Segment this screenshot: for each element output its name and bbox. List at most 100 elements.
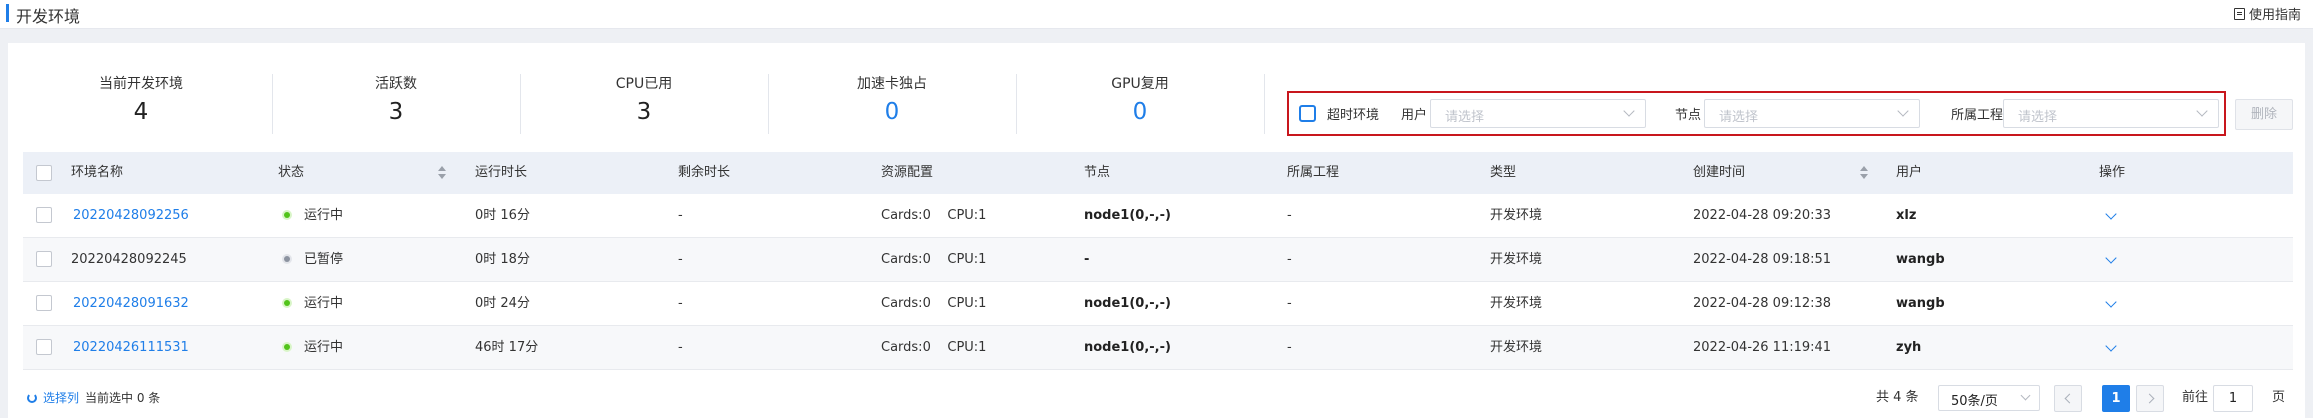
stat-value: 3 [636, 99, 652, 125]
resource-cell: Cards:0 CPU:1 [881, 208, 987, 223]
col-type: 类型 [1490, 165, 1517, 180]
row-checkbox[interactable] [36, 295, 52, 311]
sort-icon[interactable] [1860, 166, 1868, 180]
guide-link[interactable]: 使用指南 [2233, 4, 2301, 23]
user-cell: wangb [1896, 296, 1945, 311]
stat-value[interactable]: 0 [769, 99, 1015, 125]
type-cell: 开发环境 [1490, 340, 1543, 355]
created-cell: 2022-04-28 09:18:51 [1693, 252, 1832, 267]
node-cell: node1(0,-,-) [1084, 296, 1171, 311]
project-cell: - [1287, 252, 1292, 267]
project-cell: - [1287, 340, 1292, 355]
status-cell: 运行中 [284, 326, 343, 369]
status-cell: 运行中 [284, 194, 343, 237]
goto-page-input[interactable]: 1 [2213, 385, 2253, 412]
user-select[interactable]: 请选择 [1430, 99, 1646, 128]
user-filter-label: 用户 [1401, 108, 1428, 123]
page-suffix: 页 [2272, 390, 2286, 405]
stat-value[interactable]: 0 [1017, 99, 1263, 125]
timeout-label: 超时环境 [1327, 108, 1380, 123]
stat-cpu-used: CPU已用 3 [521, 73, 767, 125]
project-select-placeholder: 请选择 [2018, 110, 2058, 125]
col-project: 所属工程 [1287, 165, 1340, 180]
stat-active: 活跃数 3 [273, 73, 519, 125]
select-columns-link[interactable]: 选择列 [43, 389, 79, 406]
user-cell: zyh [1896, 340, 1922, 355]
title-accent-bar [6, 4, 9, 22]
select-all-checkbox[interactable] [36, 165, 52, 181]
remaining-cell: - [678, 296, 683, 311]
running-status-dot [284, 343, 290, 350]
timeout-filter[interactable]: 超时环境 [1299, 93, 1379, 134]
runtime-cell: 46时 17分 [475, 340, 539, 355]
status-text: 运行中 [304, 340, 344, 355]
table-row: 20220428092256 运行中 0时 16分 - Cards:0 CPU:… [23, 194, 2293, 238]
remaining-cell: - [678, 340, 683, 355]
running-status-dot [284, 211, 290, 218]
footer-left: 选择列 当前选中 0 条 [27, 389, 160, 406]
resource-cell: Cards:0 CPU:1 [881, 296, 987, 311]
total-count: 共 4 条 [1876, 390, 1919, 405]
row-checkbox[interactable] [36, 207, 52, 223]
created-cell: 2022-04-28 09:20:33 [1693, 208, 1832, 223]
row-checkbox[interactable] [36, 339, 52, 355]
filter-panel: 超时环境 用户 请选择 节点 请选择 所属工程 请选择 [1287, 91, 2226, 136]
sort-icon[interactable] [438, 166, 446, 180]
stat-label: CPU已用 [615, 76, 673, 92]
chevron-down-icon[interactable] [2105, 340, 2117, 352]
status-text: 运行中 [304, 208, 344, 223]
env-name-link[interactable]: 20220428092256 [73, 194, 189, 237]
delete-button[interactable]: 删除 [2235, 99, 2293, 130]
current-page[interactable]: 1 [2102, 385, 2130, 412]
chevron-down-icon[interactable] [2105, 208, 2117, 220]
next-page-button[interactable] [2136, 385, 2164, 412]
chevron-down-icon[interactable] [2105, 252, 2117, 264]
node-select-placeholder: 请选择 [1719, 110, 1759, 125]
col-user: 用户 [1896, 165, 1923, 180]
chevron-right-icon [2144, 393, 2155, 404]
node-cell: node1(0,-,-) [1084, 208, 1171, 223]
title-bar: 开发环境 使用指南 [0, 0, 2313, 29]
guide-label: 使用指南 [2248, 8, 2301, 23]
status-cell: 已暂停 [284, 238, 343, 281]
chevron-down-icon [2196, 105, 2208, 117]
divider [1264, 74, 1265, 134]
project-filter-label: 所属工程 [1951, 108, 2004, 123]
col-remaining: 剩余时长 [678, 165, 731, 180]
resource-cell: Cards:0 CPU:1 [881, 340, 987, 355]
page-size-value: 50条/页 [1951, 394, 1998, 409]
runtime-cell: 0时 24分 [475, 296, 530, 311]
table-row: 20220428092245 已暂停 0时 18分 - Cards:0 CPU:… [23, 238, 2293, 282]
prev-page-button[interactable] [2054, 385, 2082, 412]
env-name-link[interactable]: 20220426111531 [73, 326, 189, 369]
type-cell: 开发环境 [1490, 208, 1543, 223]
col-runtime: 运行时长 [475, 165, 528, 180]
timeout-checkbox[interactable] [1299, 105, 1316, 122]
env-name-link[interactable]: 20220428091632 [73, 282, 189, 325]
refresh-icon[interactable] [27, 392, 37, 403]
chevron-down-icon [1897, 105, 1909, 117]
chevron-down-icon[interactable] [2105, 296, 2117, 308]
project-select[interactable]: 请选择 [2003, 99, 2219, 128]
stat-label: 活跃数 [375, 76, 417, 92]
selected-count: 当前选中 0 条 [85, 391, 161, 405]
node-cell: node1(0,-,-) [1084, 340, 1171, 355]
node-select[interactable]: 请选择 [1704, 99, 1920, 128]
user-cell: wangb [1896, 252, 1945, 267]
stat-gpu-shared: GPU复用 0 [1017, 73, 1263, 125]
chevron-down-icon [1623, 105, 1635, 117]
project-cell: - [1287, 208, 1292, 223]
page-title: 开发环境 [16, 7, 81, 26]
row-checkbox[interactable] [36, 251, 52, 267]
page-size-select[interactable]: 50条/页 [1938, 385, 2040, 411]
main-card: 当前开发环境 4 活跃数 3 CPU已用 3 加速卡独占 0 GPU复用 0 超… [8, 43, 2305, 418]
stat-value: 4 [133, 99, 149, 125]
stat-label: 当前开发环境 [99, 76, 183, 92]
stat-label: 加速卡独占 [857, 76, 927, 92]
stat-current-env: 当前开发环境 4 [18, 73, 264, 125]
col-resource: 资源配置 [881, 165, 934, 180]
stat-value: 3 [388, 99, 404, 125]
user-select-placeholder: 请选择 [1445, 110, 1485, 125]
document-icon [2233, 7, 2245, 20]
table-header: 环境名称 状态 运行时长 剩余时长 资源配置 节点 所属工程 类型 创建时间 用… [23, 152, 2293, 194]
